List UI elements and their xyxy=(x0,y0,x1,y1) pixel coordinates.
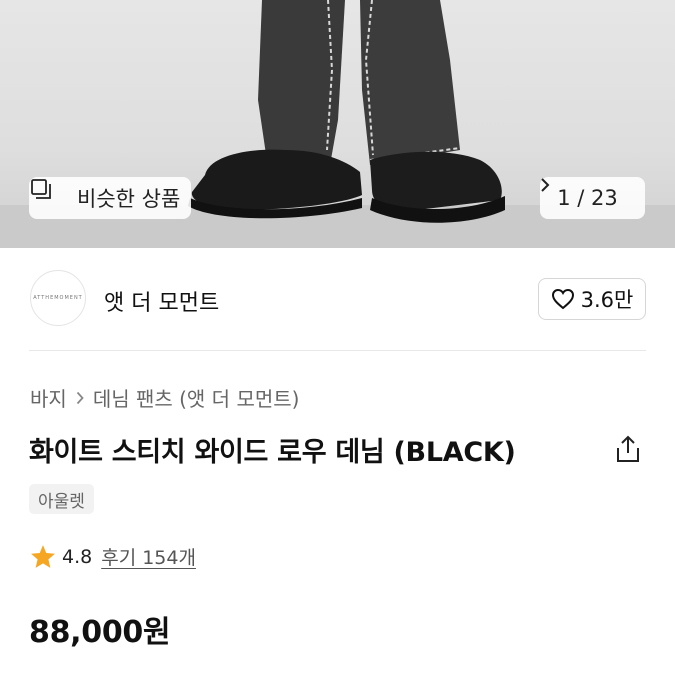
chevron-right-icon xyxy=(76,391,84,405)
image-counter: 1 / 23 xyxy=(557,186,618,210)
review-count-link[interactable]: 후기 154개 xyxy=(101,543,196,570)
product-image[interactable]: 비슷한 상품 1 / 23 xyxy=(0,0,675,248)
product-price: 88,000원 xyxy=(29,615,171,650)
heart-icon xyxy=(551,288,575,310)
breadcrumb: 바지 데님 팬츠 (앳 더 모먼트) xyxy=(30,383,299,412)
product-title: 화이트 스티치 와이드 로우 데님 (BLACK) xyxy=(29,437,516,468)
breadcrumb-item-denim[interactable]: 데님 팬츠 (앳 더 모먼트) xyxy=(93,383,300,412)
brand-logo-text: ATTHEMOMENT xyxy=(33,295,83,301)
similar-products-button[interactable]: 비슷한 상품 xyxy=(29,177,191,219)
share-icon[interactable] xyxy=(614,434,642,464)
similar-icon xyxy=(31,179,67,210)
brand-row: ATTHEMOMENT 앳 더 모먼트 3.6만 xyxy=(0,270,675,330)
similar-products-label: 비슷한 상품 xyxy=(77,187,181,211)
image-counter-button[interactable]: 1 / 23 xyxy=(540,177,645,219)
star-icon xyxy=(30,544,56,569)
rating: 4.8 후기 154개 xyxy=(30,543,196,570)
like-count: 3.6만 xyxy=(580,288,634,312)
brand-name[interactable]: 앳 더 모먼트 xyxy=(104,285,219,317)
breadcrumb-item-pants[interactable]: 바지 xyxy=(30,383,67,412)
outlet-badge: 아울렛 xyxy=(29,484,94,514)
brand-logo[interactable]: ATTHEMOMENT xyxy=(30,270,86,326)
divider xyxy=(29,350,646,351)
like-button[interactable]: 3.6만 xyxy=(538,278,646,320)
rating-score: 4.8 xyxy=(62,545,93,568)
